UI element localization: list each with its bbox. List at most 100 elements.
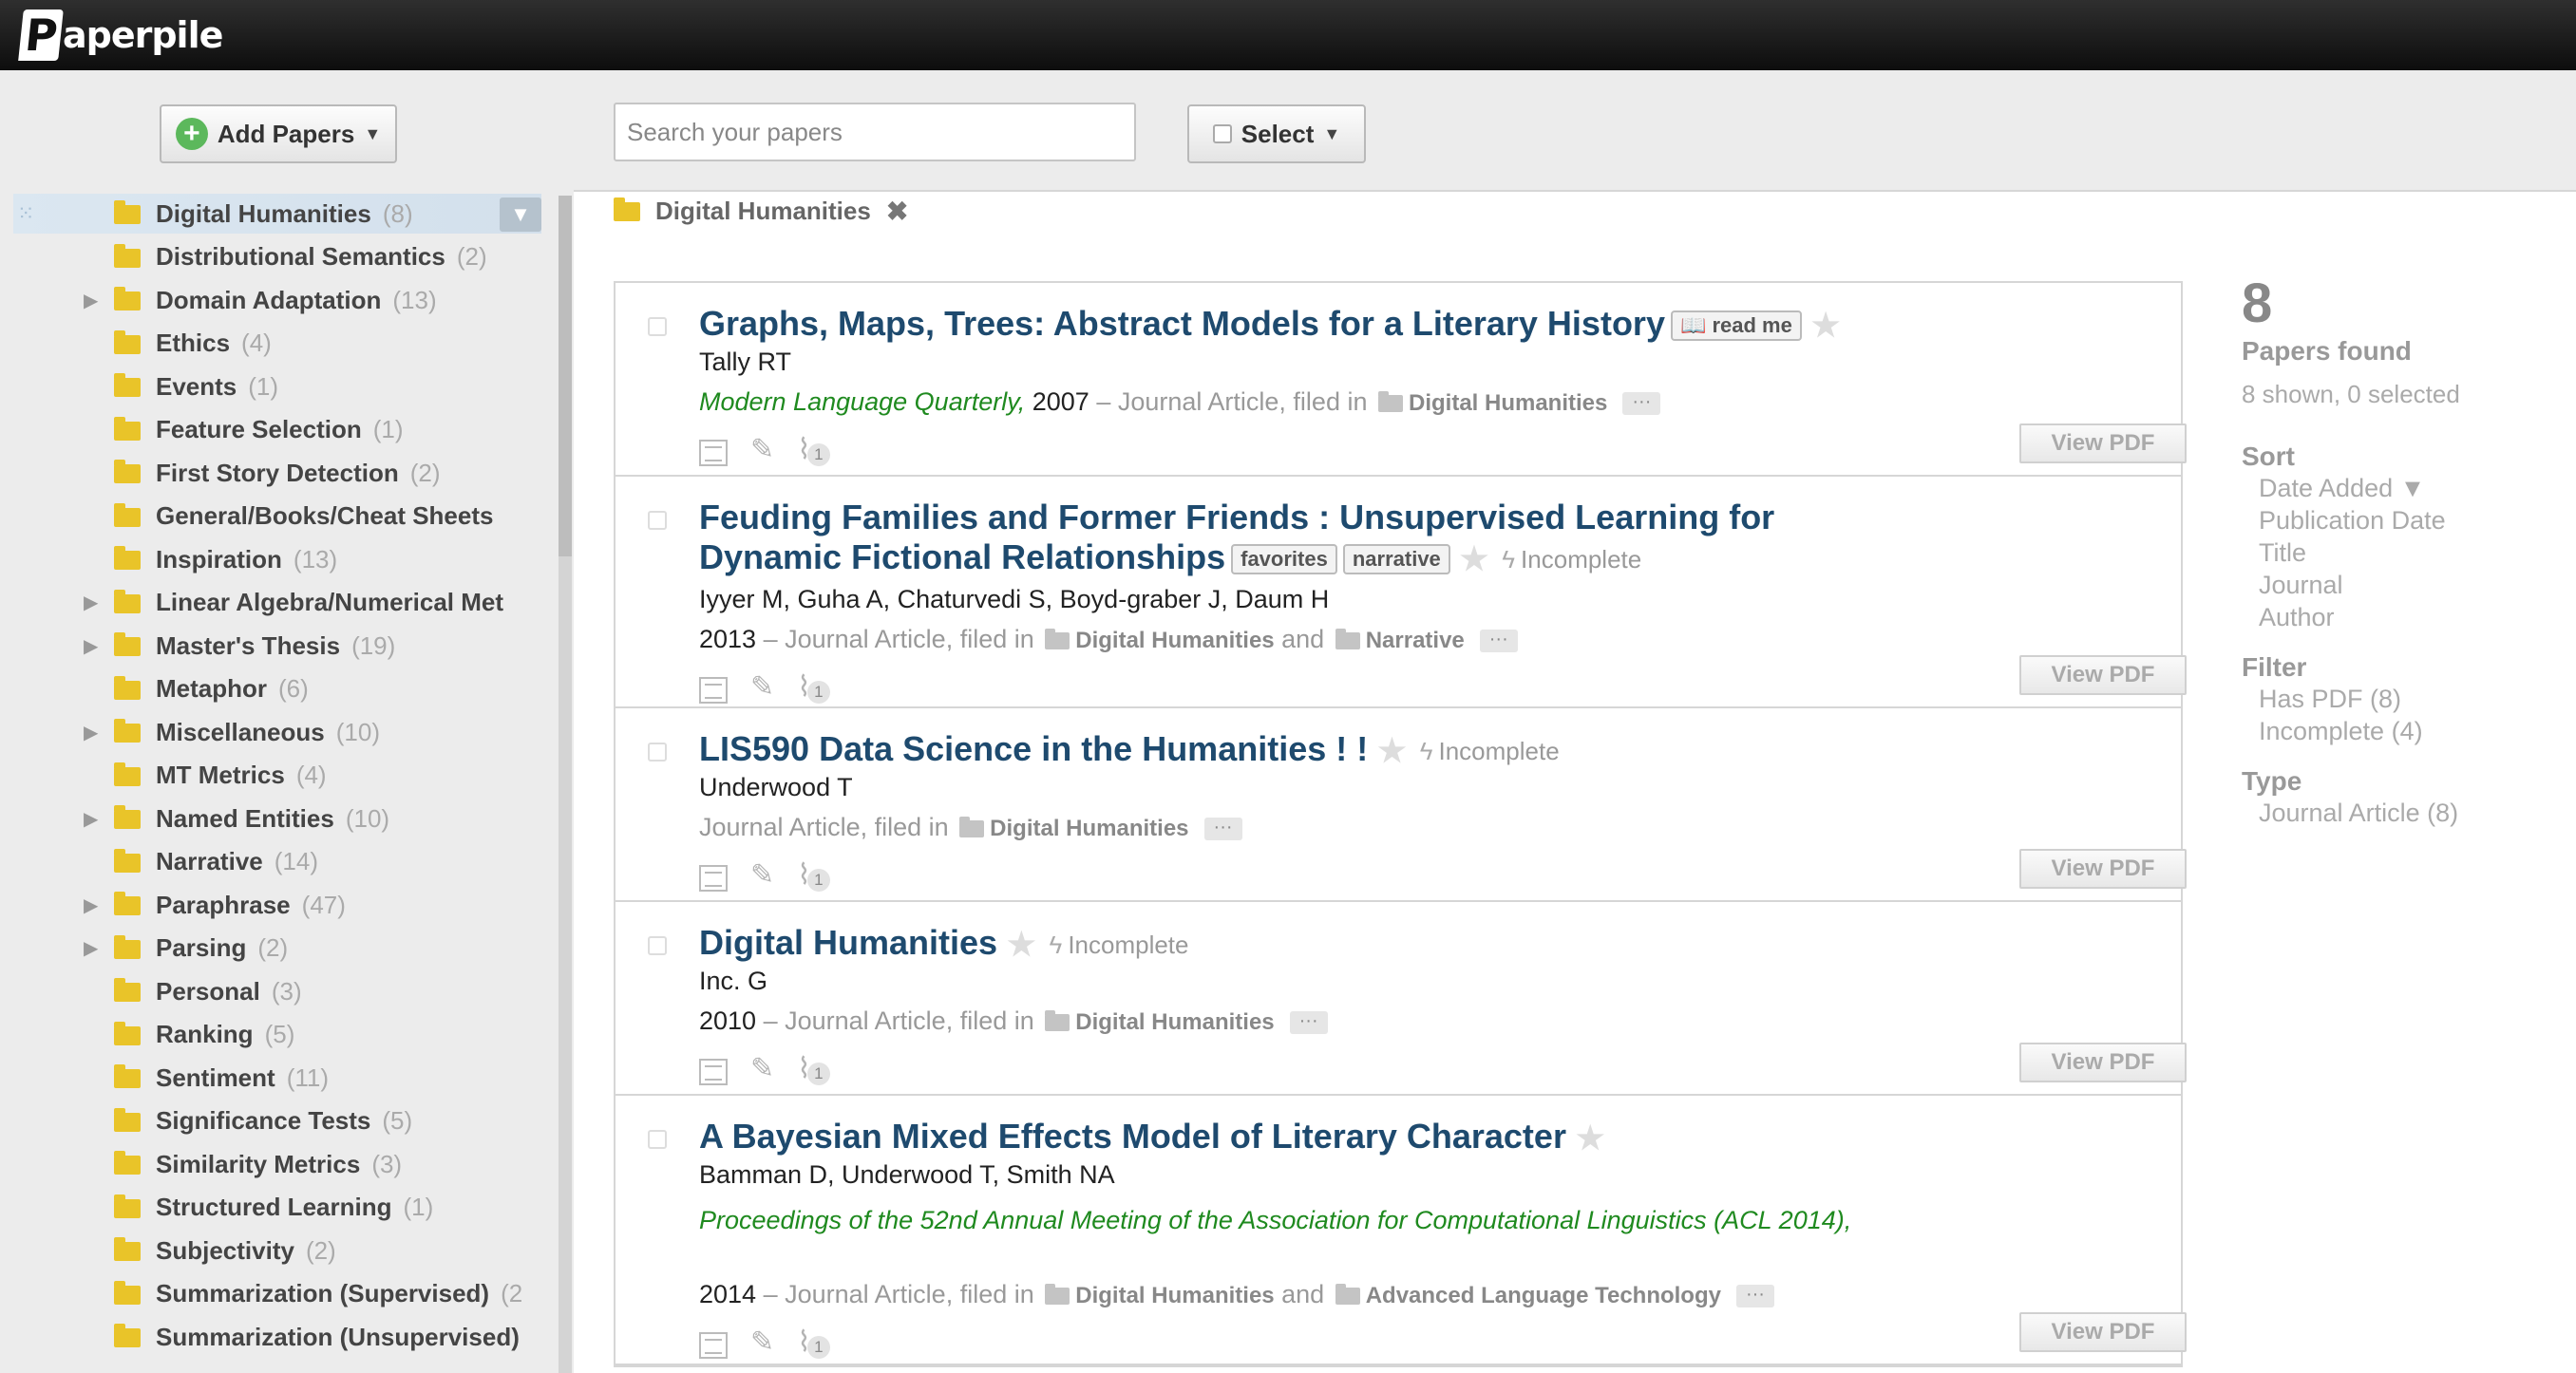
pencil-icon[interactable]: ✎ bbox=[750, 1326, 774, 1359]
filed-folder-link[interactable]: Digital Humanities bbox=[1075, 1009, 1274, 1035]
paper-title[interactable]: Digital Humanities ★ ϟ Incomplete bbox=[699, 923, 1189, 965]
label-tag[interactable]: 📖 read me bbox=[1670, 310, 1802, 342]
star-icon[interactable]: ★ bbox=[1377, 731, 1406, 771]
paper-checkbox[interactable] bbox=[648, 511, 667, 530]
sidebar-folder-item[interactable]: Summarization (Supervised) (2 bbox=[13, 1274, 541, 1314]
sidebar-folder-item[interactable]: Metaphor (6) bbox=[13, 669, 541, 709]
paper-checkbox[interactable] bbox=[648, 317, 667, 336]
paper-checkbox[interactable] bbox=[648, 1130, 667, 1149]
label-tag[interactable]: narrative bbox=[1342, 544, 1450, 575]
sidebar-folder-item[interactable]: Similarity Metrics (3) bbox=[13, 1144, 541, 1184]
incomplete-indicator[interactable]: ϟ Incomplete bbox=[1050, 925, 1189, 965]
type-option[interactable]: Journal Article (8) bbox=[2259, 797, 2546, 829]
sidebar-folder-item[interactable]: ▶ Paraphrase (47) bbox=[13, 885, 541, 925]
sidebar-folder-item[interactable]: Significance Tests (5) bbox=[13, 1101, 541, 1141]
filed-folder-link[interactable]: Digital Humanities bbox=[1075, 628, 1274, 653]
notes-icon[interactable] bbox=[699, 1332, 728, 1359]
sidebar-folder-item[interactable]: ⁙ Digital Humanities (8) ▼ bbox=[13, 194, 541, 234]
sidebar-folder-item[interactable]: First Story Detection (2) bbox=[13, 453, 541, 493]
pencil-icon[interactable]: ✎ bbox=[750, 670, 774, 704]
expand-triangle-icon[interactable]: ▶ bbox=[84, 289, 98, 312]
paper-title[interactable]: LIS590 Data Science in the Humanities ! … bbox=[699, 729, 1560, 771]
more-options-button[interactable]: ··· bbox=[1479, 629, 1518, 652]
sidebar-folder-item[interactable]: Narrative (14) bbox=[13, 842, 541, 882]
sidebar-folder-item[interactable]: ▶ Parsing (2) bbox=[13, 929, 541, 969]
paper-title-text[interactable]: Digital Humanities bbox=[699, 923, 997, 962]
paper-title-text[interactable]: LIS590 Data Science in the Humanities ! … bbox=[699, 729, 1368, 768]
paper-journal[interactable]: Proceedings of the 52nd Annual Meeting o… bbox=[699, 1200, 1877, 1240]
sidebar-folder-item[interactable]: Distributional Semantics (2) bbox=[13, 237, 541, 277]
view-pdf-button[interactable]: View PDF bbox=[2019, 423, 2187, 463]
paper-title-text[interactable]: Graphs, Maps, Trees: Abstract Models for… bbox=[699, 304, 1665, 343]
expand-triangle-icon[interactable]: ▶ bbox=[84, 591, 98, 614]
paper-title[interactable]: Graphs, Maps, Trees: Abstract Models for… bbox=[699, 304, 1840, 346]
notes-icon[interactable] bbox=[699, 677, 728, 704]
incomplete-indicator[interactable]: ϟ Incomplete bbox=[1502, 539, 1641, 579]
notes-icon[interactable] bbox=[699, 440, 728, 466]
attachment-icon[interactable]: ⌇ 1 bbox=[797, 858, 830, 892]
pencil-icon[interactable]: ✎ bbox=[750, 433, 774, 466]
more-options-button[interactable]: ··· bbox=[1622, 391, 1661, 415]
filter-option[interactable]: Has PDF (8) bbox=[2259, 683, 2546, 715]
pencil-icon[interactable]: ✎ bbox=[750, 1052, 774, 1085]
select-all-checkbox[interactable] bbox=[1212, 124, 1232, 143]
drag-handle-icon[interactable]: ⁙ bbox=[17, 202, 40, 225]
filed-folder-link[interactable]: Advanced Language Technology bbox=[1366, 1283, 1721, 1308]
sidebar-folder-item[interactable]: ▶ Domain Adaptation (13) bbox=[13, 280, 541, 320]
paper-item[interactable]: Digital Humanities ★ ϟ Incomplete Inc. G 2010… bbox=[616, 902, 2187, 1096]
sidebar-folder-item[interactable]: ▶ Miscellaneous (10) bbox=[13, 712, 541, 752]
expand-triangle-icon[interactable]: ▶ bbox=[84, 936, 98, 960]
sidebar-folder-item[interactable]: Subjectivity (2) bbox=[13, 1231, 541, 1270]
sidebar-folder-item[interactable]: MT Metrics (4) bbox=[13, 756, 541, 796]
star-icon[interactable]: ★ bbox=[1460, 539, 1488, 579]
folder-menu-dropdown-icon[interactable]: ▼ bbox=[500, 197, 541, 232]
attachment-icon[interactable]: ⌇ 1 bbox=[797, 433, 830, 466]
sidebar-folder-item[interactable]: Structured Learning (1) bbox=[13, 1188, 541, 1228]
filter-option[interactable]: Incomplete (4) bbox=[2259, 715, 2546, 747]
paper-item[interactable]: A Bayesian Mixed Effects Model of Litera… bbox=[616, 1096, 2187, 1365]
sidebar-folder-item[interactable]: ▶ Linear Algebra/Numerical Met bbox=[13, 583, 541, 623]
filed-folder-link[interactable]: Narrative bbox=[1366, 628, 1465, 653]
sort-option[interactable]: Journal bbox=[2259, 569, 2546, 601]
sidebar-folder-item[interactable]: Sentiment (11) bbox=[13, 1058, 541, 1098]
paper-title[interactable]: Feuding Families and Former Friends : Un… bbox=[699, 498, 1801, 579]
sidebar-scrollbar-thumb[interactable] bbox=[559, 196, 572, 556]
view-pdf-button[interactable]: View PDF bbox=[2019, 655, 2187, 695]
label-tag[interactable]: favorites bbox=[1231, 544, 1337, 575]
filed-folder-link[interactable]: Digital Humanities bbox=[990, 816, 1188, 841]
expand-triangle-icon[interactable]: ▶ bbox=[84, 807, 98, 831]
paper-checkbox[interactable] bbox=[648, 936, 667, 955]
star-icon[interactable]: ★ bbox=[1811, 306, 1840, 346]
sidebar-folder-item[interactable]: Summarization (Unsupervised) bbox=[13, 1317, 541, 1357]
incomplete-indicator[interactable]: ϟ Incomplete bbox=[1420, 731, 1560, 771]
filed-folder-link[interactable]: Digital Humanities bbox=[1075, 1283, 1274, 1308]
more-options-button[interactable]: ··· bbox=[1289, 1010, 1328, 1034]
sort-option[interactable]: Date Added ▼ bbox=[2259, 472, 2546, 504]
sidebar-folder-item[interactable]: Personal (3) bbox=[13, 971, 541, 1011]
paper-item[interactable]: Graphs, Maps, Trees: Abstract Models for… bbox=[616, 283, 2187, 477]
attachment-icon[interactable]: ⌇ 1 bbox=[797, 1052, 830, 1085]
star-icon[interactable]: ★ bbox=[1007, 925, 1035, 965]
add-papers-button[interactable]: + Add Papers ▼ bbox=[160, 104, 397, 163]
paper-journal[interactable]: Modern Language Quarterly, bbox=[699, 387, 1025, 416]
paper-title-text[interactable]: A Bayesian Mixed Effects Model of Litera… bbox=[699, 1117, 1566, 1156]
sidebar-folder-item[interactable]: Inspiration (13) bbox=[13, 539, 541, 579]
attachment-icon[interactable]: ⌇ 1 bbox=[797, 1326, 830, 1359]
sidebar-folder-item[interactable]: Events (1) bbox=[13, 367, 541, 406]
paper-checkbox[interactable] bbox=[648, 743, 667, 762]
filed-folder-link[interactable]: Digital Humanities bbox=[1409, 390, 1607, 416]
sidebar-folder-item[interactable]: Ethics (4) bbox=[13, 324, 541, 364]
select-button[interactable]: Select ▼ bbox=[1187, 104, 1366, 163]
view-pdf-button[interactable]: View PDF bbox=[2019, 1312, 2187, 1352]
paper-item[interactable]: LIS590 Data Science in the Humanities ! … bbox=[616, 708, 2187, 902]
paperpile-logo[interactable]: P aperpile bbox=[18, 8, 223, 63]
sidebar-folder-item[interactable]: Feature Selection (1) bbox=[13, 410, 541, 450]
sidebar-folder-item[interactable]: ▶ Named Entities (10) bbox=[13, 799, 541, 838]
expand-triangle-icon[interactable]: ▶ bbox=[84, 634, 98, 658]
view-pdf-button[interactable]: View PDF bbox=[2019, 849, 2187, 889]
sidebar-folder-item[interactable]: ▶ Master's Thesis (19) bbox=[13, 626, 541, 666]
attachment-icon[interactable]: ⌇ 1 bbox=[797, 670, 830, 704]
sort-option[interactable]: Author bbox=[2259, 601, 2546, 633]
sort-option[interactable]: Publication Date bbox=[2259, 504, 2546, 536]
notes-icon[interactable] bbox=[699, 1059, 728, 1085]
